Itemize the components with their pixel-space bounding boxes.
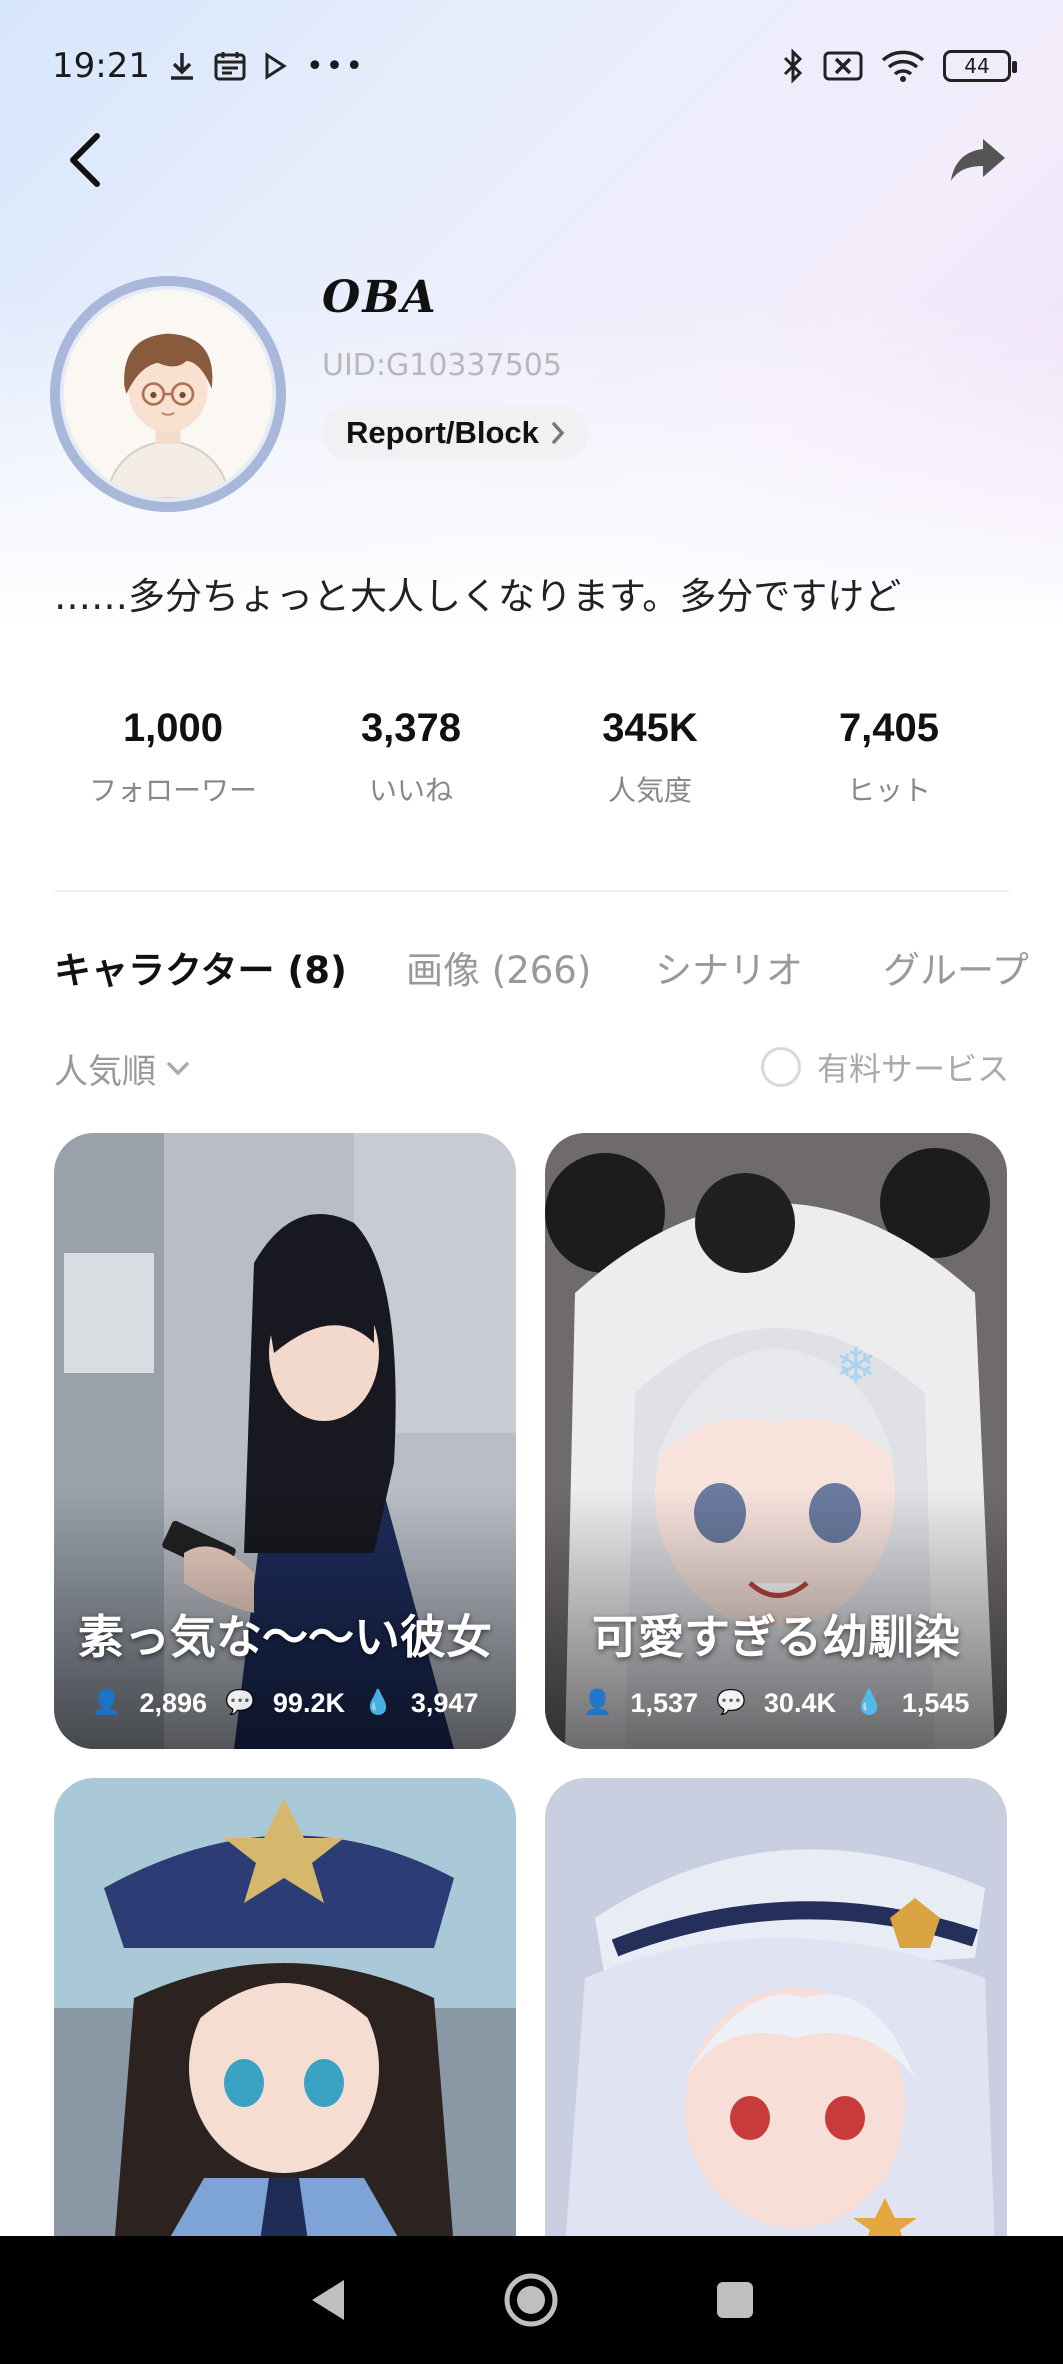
radio-button[interactable] — [760, 1047, 801, 1087]
paid-service-label: 有料サービス — [816, 1050, 1009, 1088]
card-stats: 👤 2,896 💬 99.2K 💧 3,947 — [54, 1688, 516, 1719]
download-icon — [170, 53, 193, 80]
stat-label: ヒット — [846, 774, 931, 807]
card-users: 1,537 — [630, 1688, 699, 1718]
sort-label: 人気順 — [54, 1052, 156, 1092]
sort-dropdown[interactable]: 人気順 — [54, 1044, 190, 1093]
card-title: 可愛すぎる幼馴染 — [592, 1610, 960, 1664]
nav-recents-icon[interactable] — [715, 2280, 755, 2320]
status-bar-left: 19:21 ••• — [52, 40, 365, 92]
system-nav-bar — [0, 2236, 1063, 2364]
stat-label: フォローワー — [88, 774, 257, 807]
more-notifications-icon: ••• — [305, 48, 366, 84]
character-card[interactable]: ❄ 可愛すぎる幼馴染 👤 1,537 💬 30.4K 💧 1,545 — [545, 1133, 1007, 1749]
sim-off-icon — [823, 51, 863, 81]
nav-home-icon[interactable] — [503, 2272, 559, 2328]
tab-groups[interactable]: グループ — [883, 940, 1029, 994]
report-block-label: Report/Block — [346, 415, 539, 450]
battery-level: 44 — [964, 54, 990, 78]
user-icon: 👤 — [582, 1689, 613, 1716]
back-button[interactable] — [50, 125, 120, 195]
tab-characters[interactable]: キャラクター (8) — [54, 940, 347, 994]
divider — [54, 890, 1009, 892]
profile-bio: ……多分ちょっと大人しくなります。多分ですけど — [54, 575, 902, 618]
chevron-right-icon — [552, 422, 565, 444]
character-card[interactable]: 素っ気な〜〜い彼女 👤 2,896 💬 99.2K 💧 3,947 — [54, 1133, 516, 1749]
avatar[interactable] — [50, 276, 286, 512]
card-title: 素っ気な〜〜い彼女 — [78, 1610, 492, 1664]
tab-images[interactable]: 画像 (266) — [406, 940, 591, 994]
tab-scenarios[interactable]: シナリオ — [655, 940, 803, 994]
svg-text:❄: ❄ — [835, 1337, 877, 1395]
battery-icon: 44 — [943, 50, 1017, 82]
chat-bubble-icon: 💬 — [225, 1689, 255, 1716]
card-chats: 30.4K — [763, 1688, 836, 1718]
character-card[interactable] — [545, 1778, 1007, 2248]
drop-icon: 💧 — [362, 1689, 393, 1716]
stat-likes: 3,378 いいね — [291, 706, 531, 809]
report-block-button[interactable]: Report/Block — [322, 406, 589, 460]
character-card[interactable] — [54, 1778, 516, 2248]
stat-label: 人気度 — [607, 774, 692, 807]
username: OBA — [322, 272, 438, 323]
bluetooth-icon — [783, 48, 803, 84]
card-image — [54, 1778, 516, 2248]
share-arrow-icon — [951, 139, 1005, 181]
card-likes: 1,545 — [901, 1688, 970, 1718]
stat-hits: 7,405 ヒット — [769, 706, 1009, 809]
chevron-down-icon — [167, 1061, 189, 1075]
chat-bubble-icon: 💬 — [716, 1689, 746, 1716]
avatar-image — [60, 286, 276, 502]
stat-followers[interactable]: 1,000 フォローワー — [53, 706, 293, 809]
card-users: 2,896 — [139, 1688, 208, 1718]
wifi-icon — [881, 50, 925, 82]
paid-service-toggle[interactable]: 有料サービス — [760, 1044, 1009, 1090]
play-store-icon — [265, 52, 287, 80]
card-chats: 99.2K — [272, 1688, 345, 1718]
status-time: 19:21 — [52, 46, 150, 86]
status-bar-right: 44 — [781, 40, 1017, 92]
chevron-left-icon — [70, 133, 100, 187]
user-icon: 👤 — [91, 1689, 122, 1716]
stat-value: 1,000 — [122, 706, 224, 750]
stat-popularity: 345K 人気度 — [530, 706, 770, 809]
user-uid: UID:G10337505 — [322, 348, 562, 383]
calendar-icon — [214, 52, 246, 81]
drop-icon: 💧 — [853, 1689, 884, 1716]
stat-value: 3,378 — [360, 706, 462, 750]
stat-value: 345K — [602, 706, 698, 750]
stat-value: 7,405 — [838, 706, 940, 750]
stat-label: いいね — [368, 774, 453, 807]
card-image — [545, 1778, 1007, 2248]
share-button[interactable] — [943, 125, 1013, 195]
card-stats: 👤 1,537 💬 30.4K 💧 1,545 — [545, 1688, 1007, 1719]
nav-back-icon[interactable] — [308, 2277, 348, 2323]
card-likes: 3,947 — [410, 1688, 479, 1718]
